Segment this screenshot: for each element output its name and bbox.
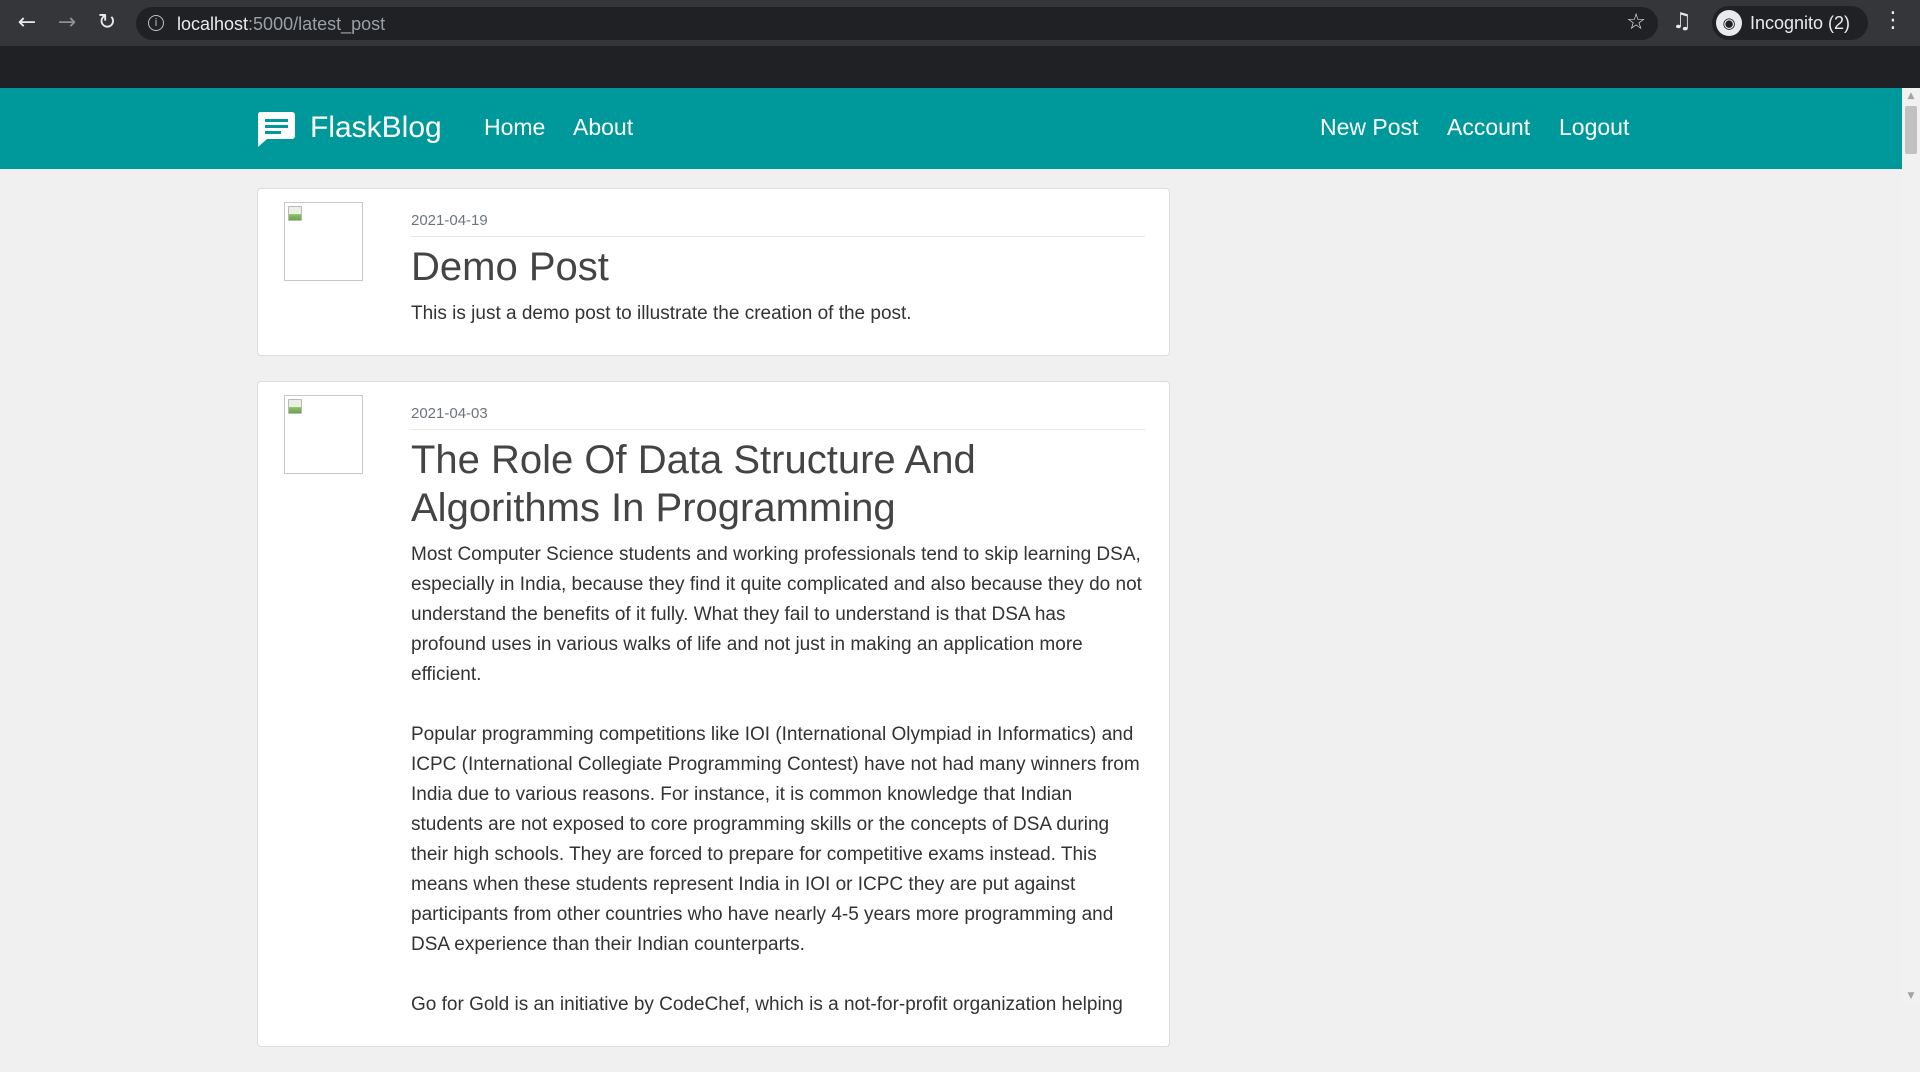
post-paragraph: This is just a demo post to illustrate t… <box>411 303 912 324</box>
author-avatar[interactable] <box>284 395 363 474</box>
post-body: 2021-04-19 Demo Post This is just a demo… <box>411 203 1145 329</box>
incognito-profile-button[interactable]: ◉ Incognito (2) <box>1712 6 1868 40</box>
post-card: 2021-04-03 The Role Of Data Structure An… <box>257 381 1170 1047</box>
scroll-down-arrow-icon[interactable]: ▼ <box>1902 988 1920 1004</box>
browser-toolbar: ← → ↻ i localhost:5000/latest_post ☆ ♫ ◉… <box>0 0 1920 46</box>
back-icon[interactable]: ← <box>12 8 42 38</box>
post-content: This is just a demo post to illustrate t… <box>411 299 1145 329</box>
browser-chrome: ← → ↻ i localhost:5000/latest_post ☆ ♫ ◉… <box>0 0 1920 120</box>
post-paragraph: Most Computer Science students and worki… <box>411 544 1142 685</box>
site-navbar: FlaskBlog Home About New Post Account Lo… <box>0 88 1902 169</box>
scroll-up-arrow-icon[interactable]: ▲ <box>1902 88 1920 104</box>
post-paragraph: Popular programming competitions like IO… <box>411 724 1140 955</box>
incognito-icon: ◉ <box>1716 10 1742 36</box>
reload-icon[interactable]: ↻ <box>92 8 122 38</box>
nav-account[interactable]: Account <box>1447 110 1530 144</box>
incognito-label: Incognito (2) <box>1750 13 1851 33</box>
page-scrollbar[interactable]: ▲ ▼ <box>1902 88 1920 1004</box>
brand-name: FlaskBlog <box>310 111 442 144</box>
main-content: 2021-04-19 Demo Post This is just a demo… <box>257 188 1170 1072</box>
post-date: 2021-04-19 <box>411 203 1145 237</box>
nav-logout[interactable]: Logout <box>1559 110 1629 144</box>
url-text[interactable]: localhost:5000/latest_post <box>177 14 385 34</box>
scroll-thumb[interactable] <box>1905 106 1917 154</box>
url-host: localhost <box>177 14 249 34</box>
nav-about[interactable]: About <box>573 110 633 144</box>
media-control-icon[interactable]: ♫ <box>1672 9 1692 34</box>
broken-image-icon <box>288 399 302 414</box>
post-content: Most Computer Science students and worki… <box>411 540 1145 1020</box>
post-paragraph: Go for Gold is an initiative by CodeChef… <box>411 994 1123 1015</box>
post-title[interactable]: The Role Of Data Structure And Algorithm… <box>411 436 1145 532</box>
broken-image-icon <box>288 206 302 221</box>
forward-icon[interactable]: → <box>52 8 82 38</box>
author-avatar[interactable] <box>284 202 363 281</box>
url-path: :5000/latest_post <box>248 14 386 34</box>
address-bar[interactable]: i localhost:5000/latest_post ☆ <box>136 7 1658 40</box>
bookmarks-bar <box>0 46 1920 120</box>
chat-icon <box>257 112 295 147</box>
post-title[interactable]: Demo Post <box>411 243 1145 291</box>
bookmark-star-icon[interactable]: ☆ <box>1626 10 1646 35</box>
nav-home[interactable]: Home <box>484 110 545 144</box>
post-date: 2021-04-03 <box>411 396 1145 430</box>
browser-menu-icon[interactable]: ⋮ <box>1882 8 1904 33</box>
nav-new-post[interactable]: New Post <box>1320 110 1418 144</box>
post-card: 2021-04-19 Demo Post This is just a demo… <box>257 188 1170 356</box>
site-info-icon[interactable]: i <box>148 15 164 31</box>
post-body: 2021-04-03 The Role Of Data Structure An… <box>411 396 1145 1020</box>
